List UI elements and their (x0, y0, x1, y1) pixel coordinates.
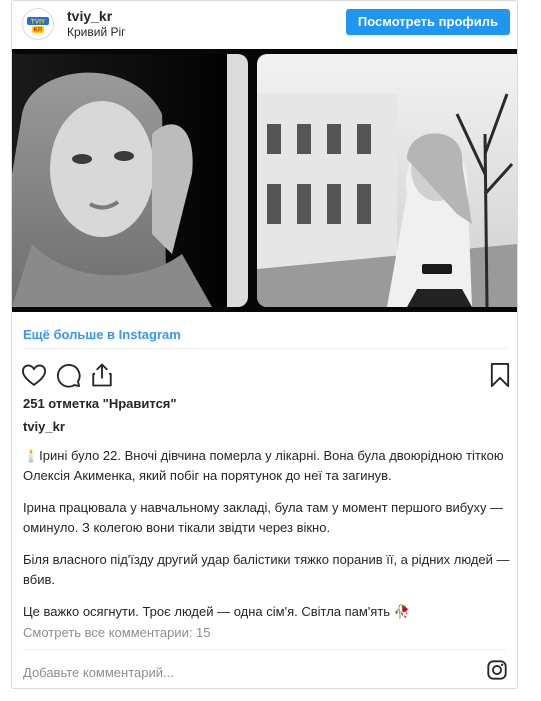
divider (23, 348, 506, 349)
heart-icon[interactable] (20, 361, 48, 389)
bookmark-icon[interactable] (486, 361, 514, 389)
comment-icon[interactable] (54, 361, 82, 389)
profile-location[interactable]: Кривий Ріг (67, 25, 126, 39)
instagram-logo-icon[interactable] (486, 659, 508, 681)
view-all-comments-link[interactable]: Смотреть все комментарии: 15 (23, 625, 211, 640)
caption-paragraph: Біля власного під'їзду другий удар баліс… (23, 552, 510, 587)
more-on-instagram-link[interactable]: Ещё больше в Instagram (23, 327, 181, 342)
svg-text:TVIY: TVIY (31, 19, 46, 26)
instagram-embed-card: TVIY KR tviy_kr Кривий Ріг Посмотреть пр… (11, 0, 518, 689)
view-profile-button[interactable]: Посмотреть профиль (345, 9, 510, 35)
avatar[interactable]: TVIY KR (22, 8, 54, 40)
post-media[interactable] (12, 49, 517, 312)
caption-paragraph: Ірина працювала у навчальному закладі, б… (23, 500, 504, 535)
caption-username[interactable]: tviy_kr (23, 419, 65, 434)
action-bar (12, 361, 517, 389)
avatar-logo-icon: TVIY KR (24, 10, 52, 38)
divider (23, 649, 506, 650)
post-header: TVIY KR tviy_kr Кривий Ріг Посмотреть пр… (12, 1, 517, 49)
caption-text: 🕯️Ірині було 22. Вночі дівчина померла у… (23, 446, 513, 634)
likes-count[interactable]: 251 отметка "Нравится" (23, 396, 177, 411)
share-icon[interactable] (88, 361, 116, 389)
portrait-photo (12, 54, 248, 307)
comment-input[interactable]: Добавьте комментарий... (23, 665, 174, 680)
profile-username[interactable]: tviy_kr (67, 8, 112, 24)
street-photo (257, 54, 517, 307)
svg-text:KR: KR (34, 28, 43, 34)
caption-paragraph: 🕯️Ірині було 22. Вночі дівчина померла у… (23, 448, 504, 483)
caption-paragraph: Це важко осягнути. Троє людей — одна сім… (23, 604, 410, 619)
